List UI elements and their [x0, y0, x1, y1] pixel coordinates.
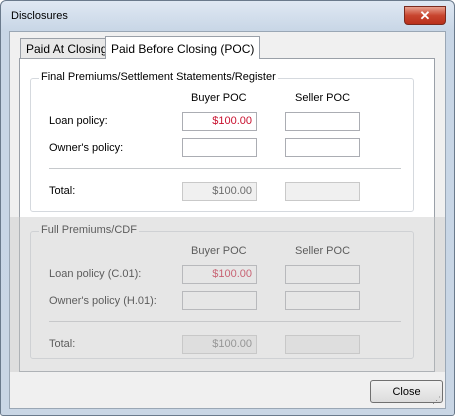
final-seller-poc-header: Seller POC: [295, 92, 351, 104]
final-loan-policy-buyer-input[interactable]: $100.00: [182, 112, 257, 131]
final-premiums-group: Final Premiums/Settlement Statements/Reg…: [30, 71, 414, 212]
final-loan-policy-label: Loan policy:: [49, 115, 108, 127]
disabled-overlay: [10, 217, 445, 372]
title-bar[interactable]: Disclosures ✕: [1, 1, 454, 31]
close-icon: ✕: [419, 7, 431, 23]
final-owners-policy-seller-input[interactable]: [285, 138, 360, 157]
final-owners-policy-buyer-input[interactable]: [182, 138, 257, 157]
final-total-seller-field: [285, 182, 360, 201]
window-title: Disclosures: [11, 10, 68, 22]
final-buyer-poc-header: Buyer POC: [191, 92, 247, 104]
tab-paid-at-closing[interactable]: Paid At Closing: [20, 38, 114, 58]
final-total-buyer-field: $100.00: [182, 182, 257, 201]
dialog-body: Paid At Closing Paid Before Closing (POC…: [9, 31, 446, 409]
resize-grip-icon[interactable]: ⋰: [432, 395, 442, 405]
disclosures-window: Disclosures ✕ Paid At Closing Paid Befor…: [0, 0, 455, 416]
final-total-label: Total:: [49, 185, 76, 197]
final-premiums-group-label: Final Premiums/Settlement Statements/Reg…: [39, 71, 278, 83]
window-close-button[interactable]: ✕: [404, 6, 446, 25]
final-loan-policy-seller-input[interactable]: [285, 112, 360, 131]
final-owners-policy-label: Owner's policy:: [49, 142, 124, 154]
tab-paid-before-closing[interactable]: Paid Before Closing (POC): [105, 36, 261, 59]
final-divider: [49, 168, 401, 169]
